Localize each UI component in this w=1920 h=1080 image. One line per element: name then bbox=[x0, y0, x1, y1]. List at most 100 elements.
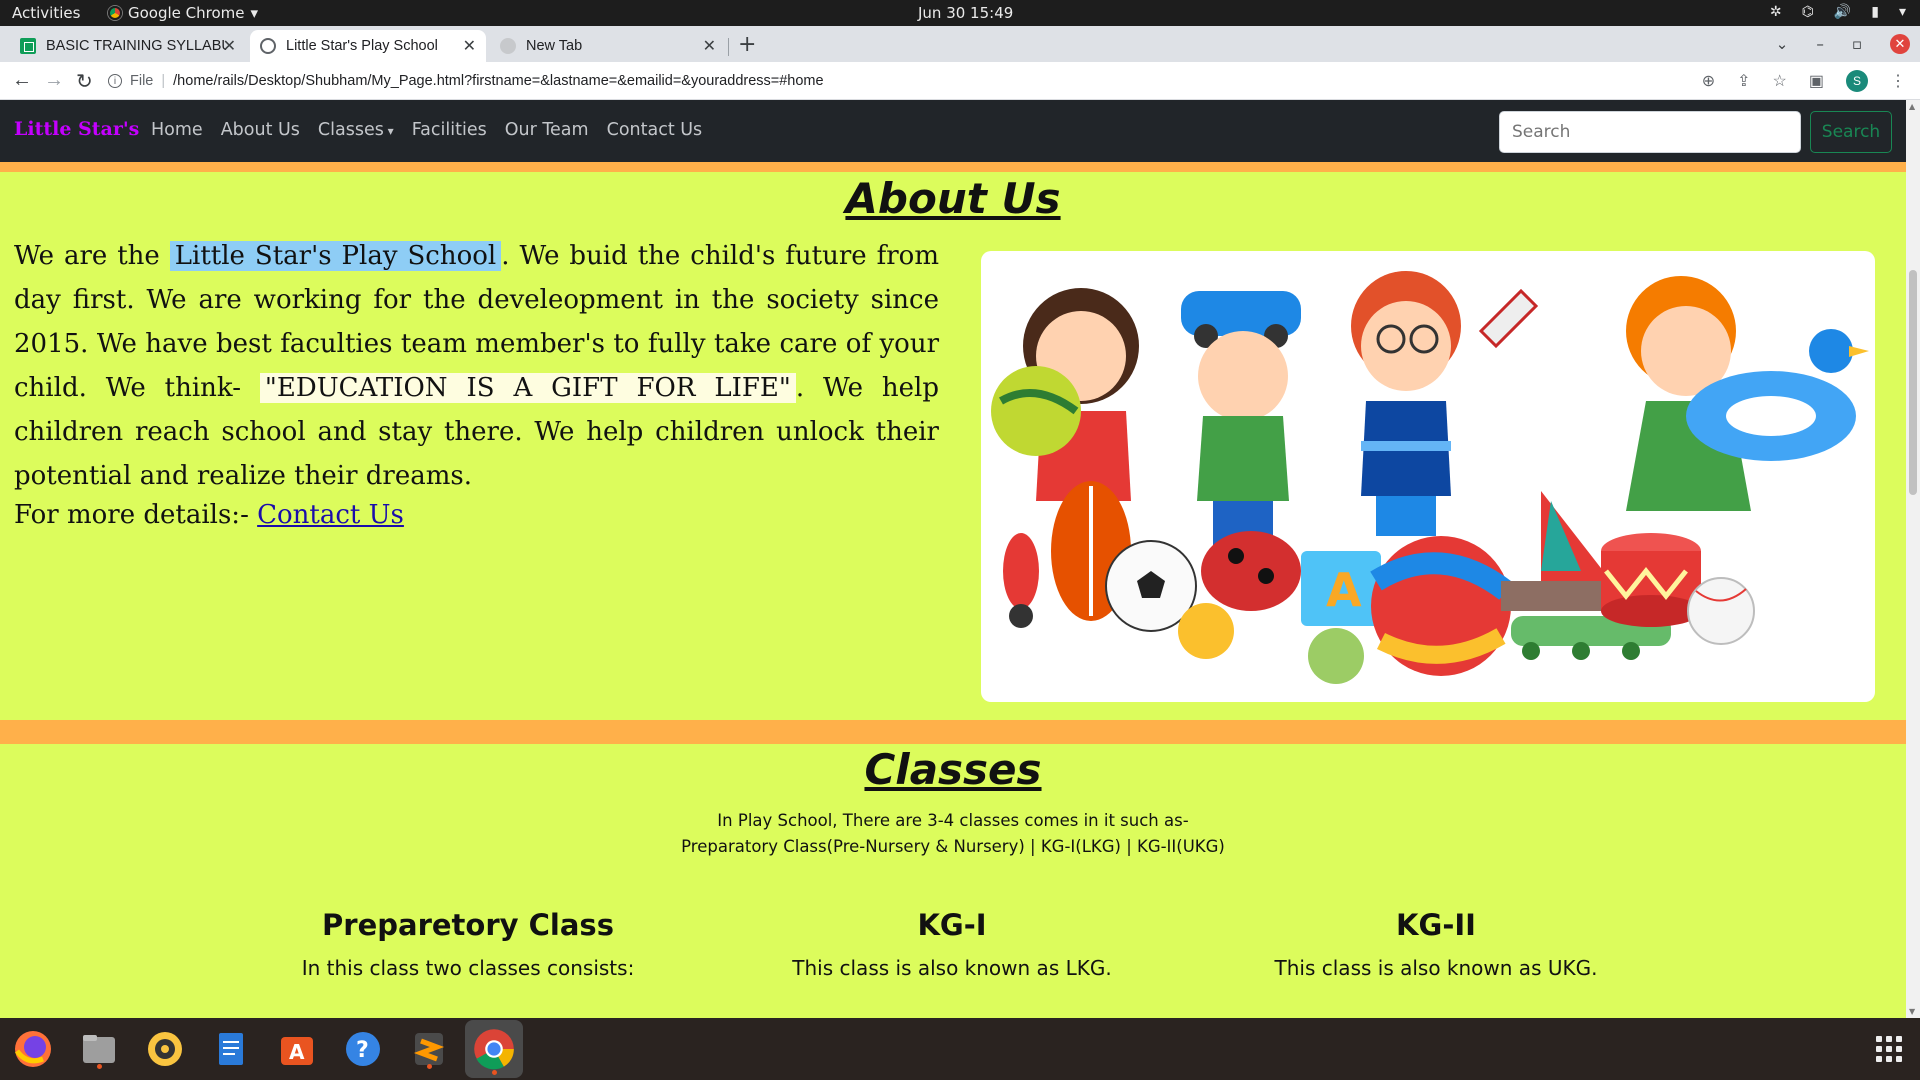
classes-intro-line-1: In Play School, There are 3-4 classes co… bbox=[717, 811, 1189, 830]
bookmark-star-icon[interactable]: ☆ bbox=[1773, 71, 1787, 91]
firefox-icon[interactable] bbox=[10, 1026, 56, 1072]
divider: | bbox=[161, 73, 166, 89]
contact-us-link[interactable]: Contact Us bbox=[257, 500, 404, 530]
tab-new-tab[interactable]: New Tab ✕ bbox=[490, 30, 726, 62]
profile-avatar[interactable]: S bbox=[1846, 70, 1868, 92]
class-card-preparatory: Preparetory Class In this class two clas… bbox=[228, 908, 708, 980]
about-heading: About Us bbox=[845, 174, 1061, 223]
address-bar[interactable]: i File | /home/rails/Desktop/Shubham/My_… bbox=[108, 66, 1808, 96]
scroll-up-icon[interactable]: ▲ bbox=[1909, 102, 1915, 111]
svg-text:?: ? bbox=[356, 1038, 369, 1063]
network-icon[interactable]: ⌬ bbox=[1802, 4, 1814, 20]
scroll-down-icon[interactable]: ▼ bbox=[1909, 1007, 1915, 1016]
tab-search-icon[interactable]: ⌄ bbox=[1776, 35, 1789, 53]
minimize-icon[interactable]: – bbox=[1816, 35, 1824, 53]
close-icon[interactable]: ✕ bbox=[463, 36, 476, 56]
reload-icon[interactable]: ↻ bbox=[76, 69, 93, 94]
close-icon[interactable]: ✕ bbox=[703, 36, 716, 56]
app-menu-label: Google Chrome bbox=[128, 4, 245, 22]
info-icon[interactable]: i bbox=[108, 74, 122, 88]
url-text[interactable]: /home/rails/Desktop/Shubham/My_Page.html… bbox=[173, 73, 823, 89]
nav-about[interactable]: About Us bbox=[221, 120, 300, 140]
class-title: KG-II bbox=[1396, 908, 1476, 942]
classes-heading: Classes bbox=[864, 745, 1042, 794]
classes-intro: In Play School, There are 3-4 classes co… bbox=[0, 808, 1906, 860]
motto-highlight: "EDUCATION IS A GIFT FOR LIFE" bbox=[259, 373, 796, 403]
school-name-highlight: Little Star's Play School bbox=[169, 241, 502, 271]
new-tab-button[interactable]: + bbox=[738, 32, 756, 57]
site-brand[interactable]: Little Star's bbox=[14, 118, 139, 140]
system-tray[interactable]: ✲ ⌬ 🔊 ▮ ▾ bbox=[1770, 4, 1906, 20]
side-panel-icon[interactable]: ▣ bbox=[1809, 71, 1824, 91]
writer-icon[interactable] bbox=[208, 1026, 254, 1072]
search-button[interactable]: Search bbox=[1810, 111, 1892, 153]
rhythmbox-icon[interactable] bbox=[142, 1026, 188, 1072]
close-icon[interactable]: ✕ bbox=[223, 36, 236, 56]
tab-strip: BASIC TRAINING SYLLABU ✕ Little Star's P… bbox=[0, 26, 1920, 62]
about-paragraph: We are the Little Star's Play School. We… bbox=[14, 234, 939, 498]
nav-contact[interactable]: Contact Us bbox=[607, 120, 703, 140]
tab-little-stars[interactable]: Little Star's Play School ✕ bbox=[250, 30, 486, 62]
more-details-label: For more details:- bbox=[14, 500, 258, 530]
site-navbar: Little Star's Home About Us Classes Faci… bbox=[0, 100, 1906, 162]
search-input[interactable] bbox=[1499, 111, 1801, 153]
page-scrollbar[interactable]: ▲ ▼ bbox=[1906, 100, 1920, 1018]
software-icon[interactable]: A bbox=[274, 1026, 320, 1072]
chevron-down-icon[interactable]: ▾ bbox=[1899, 4, 1906, 20]
clock[interactable]: Jun 30 15:49 bbox=[918, 4, 1013, 22]
nav-classes-dropdown[interactable]: Classes bbox=[318, 120, 394, 140]
show-apps-icon[interactable] bbox=[1876, 1036, 1902, 1062]
running-indicator bbox=[96, 1064, 102, 1069]
page-viewport: Little Star's Home About Us Classes Faci… bbox=[0, 100, 1906, 1018]
class-title: Preparetory Class bbox=[322, 908, 614, 942]
battery-icon[interactable]: ▮ bbox=[1871, 4, 1879, 20]
kids-toys-illustration: A bbox=[981, 251, 1875, 702]
share-icon[interactable]: ⇪ bbox=[1737, 71, 1750, 91]
scheme-label: File bbox=[130, 73, 154, 89]
newtab-icon bbox=[500, 38, 516, 54]
class-title: KG-I bbox=[917, 908, 987, 942]
forward-icon[interactable]: → bbox=[44, 69, 64, 92]
system-top-bar: Activities Google Chrome ▾ Jun 30 15:49 … bbox=[0, 0, 1920, 26]
help-icon[interactable]: ? bbox=[340, 1026, 386, 1072]
tab-title: Little Star's Play School bbox=[286, 38, 438, 54]
zoom-icon[interactable]: ⊕ bbox=[1702, 71, 1715, 91]
window-controls: ⌄ – ▫ ✕ bbox=[1776, 34, 1910, 54]
app-menu[interactable]: Google Chrome ▾ bbox=[108, 4, 258, 22]
files-icon[interactable] bbox=[76, 1026, 122, 1072]
volume-icon[interactable]: 🔊 bbox=[1834, 4, 1851, 20]
nav-home[interactable]: Home bbox=[151, 120, 203, 140]
section-divider bbox=[0, 720, 1906, 744]
more-details: For more details:- Contact Us bbox=[14, 500, 404, 530]
back-icon[interactable]: ← bbox=[12, 69, 32, 92]
nav-links: Home About Us Classes Facilities Our Tea… bbox=[151, 120, 702, 140]
kebab-menu-icon[interactable]: ⋮ bbox=[1890, 71, 1906, 91]
chevron-down-icon: ▾ bbox=[250, 4, 259, 22]
restore-icon[interactable]: ▫ bbox=[1852, 35, 1862, 53]
globe-icon bbox=[260, 38, 276, 54]
class-card-kg2: KG-II This class is also known as UKG. bbox=[1196, 908, 1676, 980]
toolbar-actions: ⊕ ⇪ ☆ ▣ S ⋮ bbox=[1702, 70, 1906, 92]
taskbar-dock: A ? bbox=[0, 1018, 1920, 1080]
nav-our-team[interactable]: Our Team bbox=[505, 120, 589, 140]
window-close-button[interactable]: ✕ bbox=[1890, 34, 1910, 54]
section-divider bbox=[0, 162, 1906, 172]
class-description: This class is also known as UKG. bbox=[1274, 956, 1598, 980]
accessibility-icon[interactable]: ✲ bbox=[1770, 4, 1782, 20]
sheets-icon bbox=[20, 38, 36, 54]
sublime-icon[interactable] bbox=[406, 1026, 452, 1072]
class-card-kg1: KG-I This class is also known as LKG. bbox=[712, 908, 1192, 980]
chrome-icon[interactable] bbox=[465, 1020, 523, 1078]
running-indicator bbox=[491, 1070, 497, 1075]
kids-illustration-svg: A bbox=[991, 271, 1869, 684]
running-indicator bbox=[426, 1064, 432, 1069]
nav-facilities[interactable]: Facilities bbox=[412, 120, 487, 140]
scrollbar-thumb[interactable] bbox=[1909, 270, 1917, 495]
tab-training-syllabus[interactable]: BASIC TRAINING SYLLABU ✕ bbox=[10, 30, 246, 62]
svg-text:A: A bbox=[1326, 563, 1362, 617]
tab-title: BASIC TRAINING SYLLABU bbox=[46, 38, 226, 54]
activities-button[interactable]: Activities bbox=[12, 4, 80, 22]
classes-intro-line-2: Preparatory Class(Pre-Nursery & Nursery)… bbox=[681, 837, 1225, 856]
class-description: In this class two classes consists: bbox=[301, 956, 635, 980]
about-text-start: We are the bbox=[14, 241, 170, 271]
